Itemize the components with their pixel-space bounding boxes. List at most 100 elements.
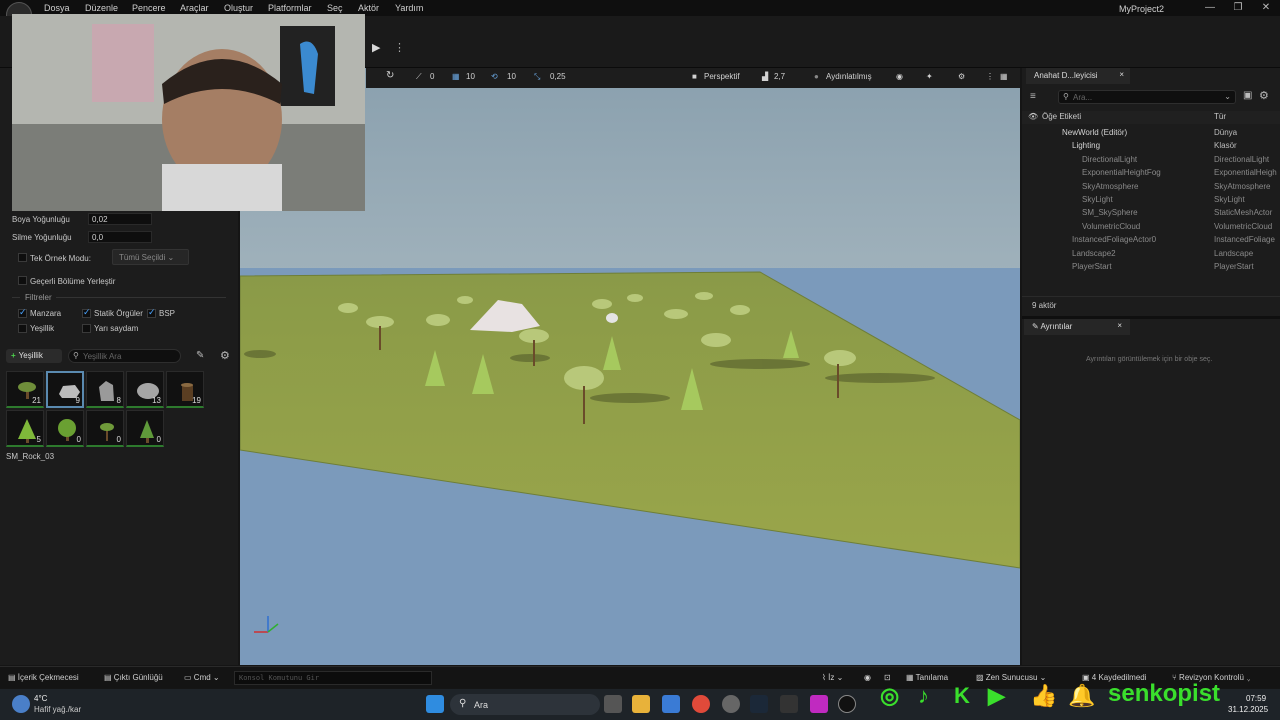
outliner-row[interactable]: SkyAtmosphere SkyAtmosphere xyxy=(1022,181,1280,194)
filter-landscape-checkbox[interactable] xyxy=(18,307,27,318)
settings-icon[interactable]: ⚙ xyxy=(958,72,965,81)
menu-platforms[interactable]: Platformlar xyxy=(268,3,312,13)
steam-icon[interactable] xyxy=(750,695,768,713)
app-icon[interactable] xyxy=(810,695,828,713)
store-icon[interactable] xyxy=(662,695,680,713)
play-options-icon[interactable]: ⋮ xyxy=(394,41,405,54)
zen-server-button[interactable]: ▨ Zen Sunucusu ⌄ xyxy=(976,673,1046,682)
eye-icon[interactable]: 👁 xyxy=(1028,112,1038,121)
viewport-options-icon[interactable]: ⋮ xyxy=(986,72,994,81)
rotate-snap-icon[interactable]: ⟋ xyxy=(416,72,422,82)
folder-add-icon[interactable]: ▣ xyxy=(1243,90,1252,101)
outliner-row[interactable]: VolumetricCloud VolumetricCloud xyxy=(1022,221,1280,234)
filter-icon[interactable]: ≡ xyxy=(1030,91,1036,102)
foliage-search-input[interactable]: ⚲ Yeşillik Ara xyxy=(68,349,181,363)
epic-games-icon[interactable] xyxy=(780,695,798,713)
place-current-checkbox[interactable] xyxy=(18,276,27,285)
foliage-tile[interactable]: 0 xyxy=(46,410,84,447)
pin-icon[interactable]: ✦ xyxy=(926,72,933,81)
lit-mode-dropdown[interactable]: Aydınlatılmış xyxy=(826,72,872,81)
menu-select[interactable]: Seç xyxy=(327,3,343,13)
menu-file[interactable]: Dosya xyxy=(44,3,70,13)
foliage-tile[interactable]: 0 xyxy=(86,410,124,447)
rotation-snap-value[interactable]: 10 xyxy=(507,72,516,81)
start-icon[interactable] xyxy=(426,695,444,713)
filter-foliage-checkbox[interactable] xyxy=(18,324,27,333)
filter-static-mesh-checkbox[interactable] xyxy=(82,307,91,318)
filter-bsp-checkbox[interactable] xyxy=(147,307,156,318)
record-icon[interactable]: ◉ xyxy=(864,673,871,682)
add-foliage-button[interactable]: + Yeşillik xyxy=(6,349,62,363)
outliner-row[interactable]: SkyLight SkyLight xyxy=(1022,194,1280,207)
erase-density-field[interactable]: 0,0 xyxy=(88,231,152,243)
task-view-icon[interactable] xyxy=(604,695,622,713)
camera-speed-value[interactable]: 2,7 xyxy=(774,72,785,81)
foliage-tile-selected[interactable]: 9 xyxy=(46,371,84,408)
grid-snap-value[interactable]: 10 xyxy=(466,72,475,81)
minimize-button[interactable]: — xyxy=(1202,2,1218,13)
gear-icon[interactable]: ⚙ xyxy=(220,349,230,362)
transform-icon[interactable]: ↻ xyxy=(386,70,394,81)
rotation-snap-icon[interactable]: ⟲ xyxy=(491,72,498,81)
weather-icon[interactable] xyxy=(12,695,30,713)
single-instance-checkbox[interactable] xyxy=(18,253,27,262)
scale-snap-value[interactable]: 0,25 xyxy=(550,72,566,81)
menu-help[interactable]: Yardım xyxy=(395,3,423,13)
snapshot-icon[interactable]: ⊡ xyxy=(884,673,891,682)
foliage-tile[interactable]: 19 xyxy=(166,371,204,408)
content-drawer-button[interactable]: ▤ İçerik Çekmecesi xyxy=(8,673,79,682)
foliage-tile[interactable]: 5 xyxy=(6,410,44,447)
foliage-tile[interactable]: 13 xyxy=(126,371,164,408)
play-icon[interactable]: ▶ xyxy=(372,41,380,54)
streamer-brand: senkopist xyxy=(1108,680,1221,707)
outliner-row[interactable]: Landscape2 Landscape xyxy=(1022,248,1280,261)
app-icon[interactable] xyxy=(722,695,740,713)
gear-icon[interactable]: ⚙ xyxy=(1259,89,1269,102)
paint-brush-icon[interactable]: ✎ xyxy=(196,350,204,361)
chrome-icon[interactable] xyxy=(692,695,710,713)
snap-value[interactable]: 0 xyxy=(430,72,434,81)
single-instance-dropdown[interactable]: Tümü Seçildi ⌄ xyxy=(112,249,189,265)
foliage-tile[interactable]: 8 xyxy=(86,371,124,408)
tab-details[interactable]: ✎ Ayrıntılar × xyxy=(1024,319,1130,335)
outliner-row[interactable]: SM_SkySphere StaticMeshActor xyxy=(1022,207,1280,220)
foliage-tile[interactable]: 0 xyxy=(126,410,164,447)
menu-tools[interactable]: Araçlar xyxy=(180,3,209,13)
outliner-row[interactable]: Lighting Klasör xyxy=(1022,140,1280,153)
column-label[interactable]: Öğe Etiketi xyxy=(1042,112,1081,121)
grid-snap-icon[interactable]: ▦ xyxy=(452,72,460,81)
layout-icon[interactable]: ▦ xyxy=(1000,72,1008,81)
tab-outliner[interactable]: Anahat D...leyicisi × xyxy=(1026,68,1130,84)
foliage-tile[interactable]: 21 xyxy=(6,371,44,408)
console-input[interactable]: Konsol Komutunu Gir xyxy=(234,671,432,685)
dropdown-value: Tümü Seçildi xyxy=(119,253,166,262)
outliner-row[interactable]: DirectionalLight DirectionalLight xyxy=(1022,154,1280,167)
outliner-row[interactable]: ExponentialHeightFog ExponentialHeigh xyxy=(1022,167,1280,180)
outliner-row[interactable]: PlayerStart PlayerStart xyxy=(1022,261,1280,274)
outliner-row[interactable]: InstancedFoliageActor0 InstancedFoliage xyxy=(1022,234,1280,247)
menu-build[interactable]: Oluştur xyxy=(224,3,253,13)
menu-window[interactable]: Pencere xyxy=(132,3,166,13)
outliner-search-input[interactable]: ⚲ Ara... ⌄ xyxy=(1058,90,1236,104)
unreal-engine-icon[interactable] xyxy=(838,695,856,713)
outliner-row[interactable]: NewWorld (Editör) Dünya xyxy=(1022,127,1280,140)
taskbar-search-input[interactable]: ⚲ Ara xyxy=(450,694,600,715)
cmd-dropdown[interactable]: ▭ Cmd ⌄ xyxy=(184,673,220,682)
perspective-dropdown[interactable]: Perspektif xyxy=(704,72,740,81)
column-type[interactable]: Tür xyxy=(1214,112,1278,121)
close-button[interactable]: ✕ xyxy=(1258,2,1274,13)
diagnostics-button[interactable]: ▦ Tanılama xyxy=(906,673,948,682)
maximize-button[interactable]: ❐ xyxy=(1230,2,1246,13)
filter-translucent-checkbox[interactable] xyxy=(82,324,91,333)
output-log-button[interactable]: ▤ Çıktı Günlüğü xyxy=(104,673,163,682)
scale-snap-icon[interactable]: ⤡ xyxy=(534,72,540,82)
paint-density-field[interactable]: 0,02 xyxy=(88,213,152,225)
menu-actor[interactable]: Aktör xyxy=(358,3,379,13)
close-icon[interactable]: × xyxy=(1119,70,1124,79)
show-flags-icon[interactable]: ◉ xyxy=(896,72,903,81)
drawer-icon: ▤ xyxy=(8,673,16,682)
close-icon[interactable]: × xyxy=(1117,321,1122,330)
trace-button[interactable]: ⌇ İz ⌄ xyxy=(822,673,843,682)
menu-edit[interactable]: Düzenle xyxy=(85,3,118,13)
file-explorer-icon[interactable] xyxy=(632,695,650,713)
